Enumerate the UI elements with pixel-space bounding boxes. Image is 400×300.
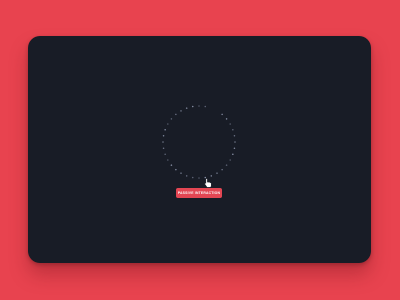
spinner-dot xyxy=(232,153,234,156)
spinner-dot xyxy=(233,147,236,149)
spinner-dot xyxy=(210,175,213,177)
spinner-dot xyxy=(164,153,166,156)
spinner-dot xyxy=(192,176,194,179)
passive-interaction-button[interactable]: Passive Interaction xyxy=(176,188,222,198)
spinner-dot xyxy=(234,141,236,143)
spinner-dot xyxy=(229,123,231,125)
spinner-dot xyxy=(185,107,188,109)
spinner-dot xyxy=(162,147,165,149)
spinner-dot xyxy=(175,168,177,171)
spinner-dot xyxy=(221,168,223,171)
spinner-dot xyxy=(167,159,169,161)
spinner-dot xyxy=(162,141,164,143)
spinner-dot xyxy=(164,128,166,131)
spinner-dot xyxy=(233,135,236,137)
spinner-dot xyxy=(225,164,228,166)
dotted-ring-spinner-icon xyxy=(160,103,238,181)
spinner-dot xyxy=(170,164,173,166)
spinner-dot xyxy=(180,172,182,174)
spinner-dot xyxy=(232,128,234,131)
spinner-dot xyxy=(216,172,218,174)
hand-pointer-icon xyxy=(204,178,212,188)
spinner-dot xyxy=(204,105,206,108)
spinner-dot xyxy=(185,175,188,177)
spinner-dot xyxy=(170,118,173,120)
spinner-dot xyxy=(162,135,165,137)
spinner-dot xyxy=(198,105,200,107)
spinner-dot xyxy=(221,113,223,116)
spinner-ring xyxy=(162,105,236,179)
spinner-dot xyxy=(229,159,231,161)
spinner-dot xyxy=(167,123,169,125)
spinner-dot xyxy=(225,118,228,120)
app-screen: Passive Interaction xyxy=(28,36,371,263)
spinner-dot xyxy=(180,110,182,112)
spinner-dot xyxy=(192,105,194,108)
spinner-dot xyxy=(198,177,200,179)
spinner-dot xyxy=(175,113,177,116)
